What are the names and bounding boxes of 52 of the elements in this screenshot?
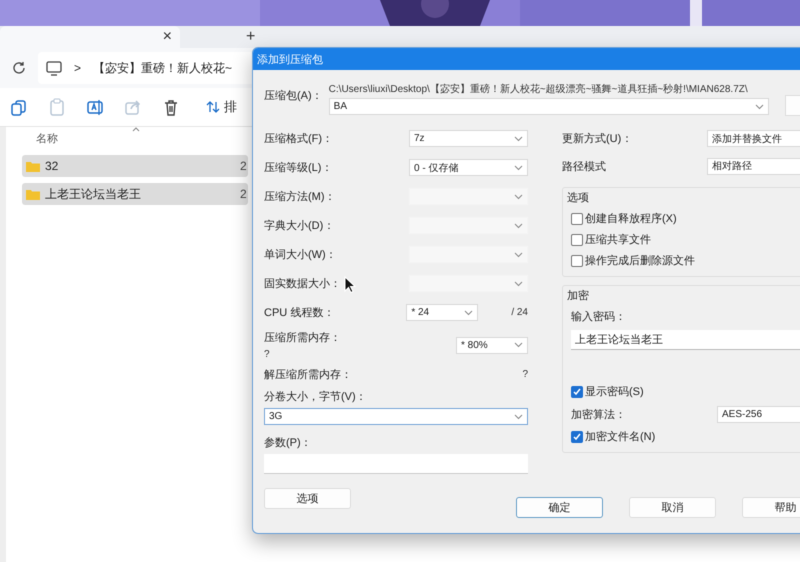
dropdown[interactable]: 添加并替换文件 [707,130,800,147]
close-tab-button[interactable]: × [162,28,172,46]
field-label: 解压缩所需内存： [264,368,352,382]
dropdown[interactable]: 相对路径 [707,158,800,174]
checkbox-label[interactable]: 显示密码(S) [585,384,644,399]
sort-button[interactable]: 排 [224,98,237,116]
field-label: 加密算法： [571,408,626,422]
new-tab-button[interactable]: + [246,28,256,46]
dropdown[interactable]: AES-256 [717,406,800,422]
group-title: 加密 [567,288,590,303]
breadcrumb-item[interactable]: 【宓安】重磅！新人校花~ [93,60,232,76]
dropdown[interactable]: * 80% [456,336,528,354]
checkbox-label[interactable]: 压缩共享文件 [585,232,651,247]
file-name[interactable]: 上老王论坛当老王 [45,186,235,202]
breadcrumb-separator: > [74,61,82,75]
dropdown[interactable]: 3G [264,408,528,425]
file-name[interactable]: 32 [45,159,235,173]
field-label: 分卷大小，字节(V)： [264,390,368,404]
field-label: 压缩方法(M)： [264,190,336,204]
field-label: 压缩等级(L)： [264,160,332,175]
field-label: 参数(P)： [264,436,313,450]
table-cell: 2 [240,187,248,201]
dialog-button[interactable]: 确定 [516,497,603,518]
checkbox-label[interactable]: 创建自释放程序(X) [585,211,677,226]
field-label: 单词大小(W)： [264,248,337,262]
memory-value: ? [522,368,528,380]
field-label: 路径模式 [562,160,606,174]
dialog-button[interactable]: 取消 [629,497,716,518]
password-field[interactable]: 上老王论坛当老王 [571,330,800,350]
field-label: 压缩包(A)： [264,88,323,104]
field-label: 更新方式(U)： [562,132,632,146]
checkbox-label[interactable]: 操作完成后删除源文件 [585,253,695,268]
dropdown[interactable]: 0 - 仅存储 [409,159,528,176]
thread-count: / 24 [511,307,528,318]
column-header[interactable]: 名称 [36,130,58,146]
table-cell: 2 [240,159,248,173]
options-button[interactable]: 选项 [264,488,351,509]
checkbox-label[interactable]: 加密文件名(N) [585,429,656,444]
group-title: 选项 [567,191,590,205]
memory-value: ? [264,349,271,360]
dialog-button[interactable]: 帮助 [742,497,800,518]
field-label: 固实数据大小： [264,276,341,291]
dropdown[interactable]: * 24 [406,304,478,321]
field-label: 压缩格式(F)： [264,132,334,146]
dialog-title: 添加到压缩包 [253,48,800,70]
archive-path: C:\Users\liuxi\Desktop\【宓安】重磅！新人校花~超级漂亮~骚舞~道具狂插~秒射!\MIAN628.7Z\ [328,82,749,96]
field-label: 压缩所需内存： [264,330,341,345]
field-label: 字典大小(D)： [264,218,334,233]
field-label: 输入密码： [571,310,627,324]
dropdown[interactable]: 7z [409,130,528,147]
field-label: CPU 线程数： [264,306,334,320]
archive-name-dropdown[interactable]: BA [328,98,769,115]
